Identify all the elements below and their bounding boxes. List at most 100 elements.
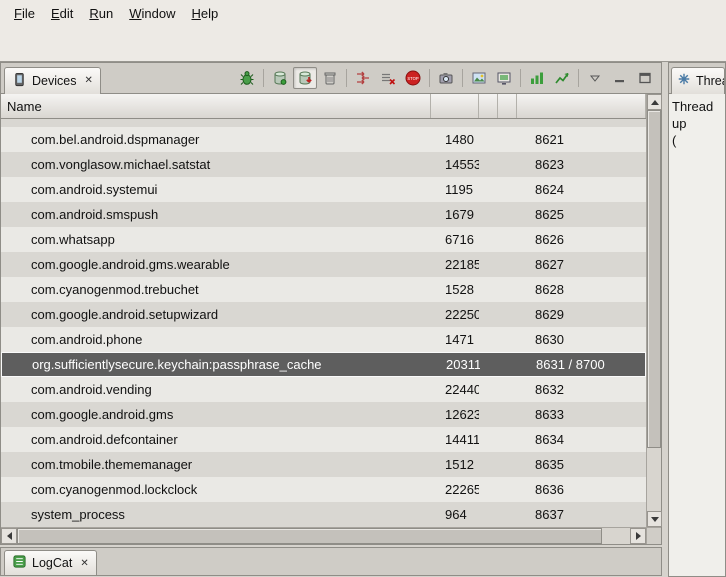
process-pid: 1471 xyxy=(431,332,479,347)
maximize-button[interactable] xyxy=(633,67,657,89)
table-row[interactable]: com.android.smspush 1679 8625 xyxy=(1,202,646,227)
threads-message-line1: Thread up xyxy=(672,98,722,132)
table-row[interactable]: com.google.android.gms 12623 8633 xyxy=(1,402,646,427)
logcat-bar: LogCat ✕ xyxy=(0,547,662,576)
process-pid: 14553 xyxy=(431,157,479,172)
column-header-port[interactable] xyxy=(517,94,646,118)
process-port: 8637 xyxy=(517,507,646,522)
table-row[interactable]: org.sufficientlysecure.keychain:passphra… xyxy=(1,352,646,377)
vertical-scroll-thumb[interactable] xyxy=(647,110,661,448)
table-row[interactable]: com.android.phone 1471 8630 xyxy=(1,327,646,352)
system-info-icon xyxy=(496,70,512,86)
tab-threads-label: Threads xyxy=(696,74,725,88)
tab-threads[interactable]: Threads xyxy=(671,67,725,94)
close-icon[interactable]: ✕ xyxy=(80,558,88,569)
table-row[interactable]: com.vonglasow.michael.satstat 14553 8623 xyxy=(1,152,646,177)
logcat-icon xyxy=(12,554,27,572)
tab-logcat-label: LogCat xyxy=(32,556,72,570)
update-heap-button[interactable] xyxy=(268,67,292,89)
menu-window[interactable]: Window xyxy=(121,2,183,25)
scroll-down-button[interactable] xyxy=(647,511,662,527)
minimize-icon xyxy=(612,70,628,86)
process-name: com.android.defcontainer xyxy=(1,432,431,447)
tab-devices-label: Devices xyxy=(32,74,76,88)
tab-logcat[interactable]: LogCat ✕ xyxy=(4,550,97,575)
scroll-left-button[interactable] xyxy=(1,528,17,544)
process-port: 8621 xyxy=(517,132,646,147)
update-threads-button[interactable] xyxy=(351,67,375,89)
process-name: com.whatsapp xyxy=(1,232,431,247)
minimize-button[interactable] xyxy=(608,67,632,89)
view-menu-icon xyxy=(587,70,603,86)
menu-edit[interactable]: Edit xyxy=(43,2,81,25)
view-hierarchy-button[interactable] xyxy=(467,67,491,89)
close-icon[interactable]: ✕ xyxy=(84,75,92,86)
table-row[interactable]: com.whatsapp 6716 8626 xyxy=(1,227,646,252)
vertical-scrollbar[interactable] xyxy=(646,94,661,527)
horizontal-scrollbar[interactable] xyxy=(1,527,646,544)
gc-button[interactable] xyxy=(318,67,342,89)
process-pid: 964 xyxy=(431,507,479,522)
screen-capture-icon xyxy=(438,70,454,86)
process-port: 8634 xyxy=(517,432,646,447)
heap-columns-icon xyxy=(529,70,545,86)
stop-label: STOP xyxy=(407,76,419,81)
table-row[interactable]: com.android.vending 22440 8632 xyxy=(1,377,646,402)
process-pid: 1528 xyxy=(431,282,479,297)
process-port: 8628 xyxy=(517,282,646,297)
network-stats-button[interactable] xyxy=(550,67,574,89)
process-name: com.google.android.setupwizard xyxy=(1,307,431,322)
process-name: com.bel.android.dspmanager xyxy=(1,132,431,147)
debug-button[interactable] xyxy=(235,67,259,89)
toolbar-separator xyxy=(263,69,264,87)
table-row[interactable]: com.cyanogenmod.lockclock 22265 8636 xyxy=(1,477,646,502)
process-pid: 22265 xyxy=(431,482,479,497)
scroll-left-icon xyxy=(7,532,12,540)
gc-icon xyxy=(322,70,338,86)
menu-help[interactable]: Help xyxy=(183,2,226,25)
view-hierarchy-icon xyxy=(471,70,487,86)
system-info-button[interactable] xyxy=(492,67,516,89)
table-row[interactable]: com.google.android.gms.wearable 22185 86… xyxy=(1,252,646,277)
table-row[interactable]: com.android.defcontainer 14411 8634 xyxy=(1,427,646,452)
stop-process-icon: STOP xyxy=(405,70,421,86)
column-header-pid[interactable] xyxy=(431,94,479,118)
process-port: 8632 xyxy=(517,382,646,397)
screen-capture-button[interactable] xyxy=(434,67,458,89)
table-row[interactable]: com.android.systemui 1195 8624 xyxy=(1,177,646,202)
dump-hprof-button[interactable] xyxy=(293,67,317,89)
toolbar-separator xyxy=(346,69,347,87)
tab-devices[interactable]: Devices ✕ xyxy=(4,67,101,94)
view-menu-button[interactable] xyxy=(583,67,607,89)
process-port: 8630 xyxy=(517,332,646,347)
scroll-right-button[interactable] xyxy=(630,528,646,544)
table-row[interactable]: com.tmobile.thememanager 1512 8635 xyxy=(1,452,646,477)
column-header-empty-1[interactable] xyxy=(479,94,498,118)
heap-columns-button[interactable] xyxy=(525,67,549,89)
process-name: com.android.phone xyxy=(1,332,431,347)
table-row[interactable]: com.cyanogenmod.trebuchet 1528 8628 xyxy=(1,277,646,302)
threads-tabbar: Threads xyxy=(669,63,725,94)
stop-process-button[interactable]: STOP xyxy=(401,67,425,89)
table-row[interactable]: com.google.android.setupwizard 22250 862… xyxy=(1,302,646,327)
process-port: 8627 xyxy=(517,257,646,272)
dump-threads-button[interactable] xyxy=(376,67,400,89)
scroll-up-button[interactable] xyxy=(647,94,662,110)
menu-file[interactable]: File xyxy=(6,2,43,25)
process-port: 8633 xyxy=(517,407,646,422)
process-pid: 1480 xyxy=(431,132,479,147)
menu-run[interactable]: Run xyxy=(81,2,121,25)
process-name: com.google.android.gms.wearable xyxy=(1,257,431,272)
table-row[interactable]: system_process 964 8637 xyxy=(1,502,646,527)
horizontal-scroll-thumb[interactable] xyxy=(17,528,602,544)
table-row[interactable]: com.bel.android.dspmanager 1480 8621 xyxy=(1,127,646,152)
network-stats-icon xyxy=(554,70,570,86)
process-pid: 12623 xyxy=(431,407,479,422)
toolbar-separator xyxy=(578,69,579,87)
device-icon xyxy=(12,72,27,90)
device-rows: com.bel.android.dspmanager 1480 8621 com… xyxy=(1,119,646,527)
column-header-empty-2[interactable] xyxy=(498,94,517,118)
maximize-icon xyxy=(637,70,653,86)
column-header-name[interactable]: Name xyxy=(1,94,431,118)
scroll-right-icon xyxy=(636,532,641,540)
